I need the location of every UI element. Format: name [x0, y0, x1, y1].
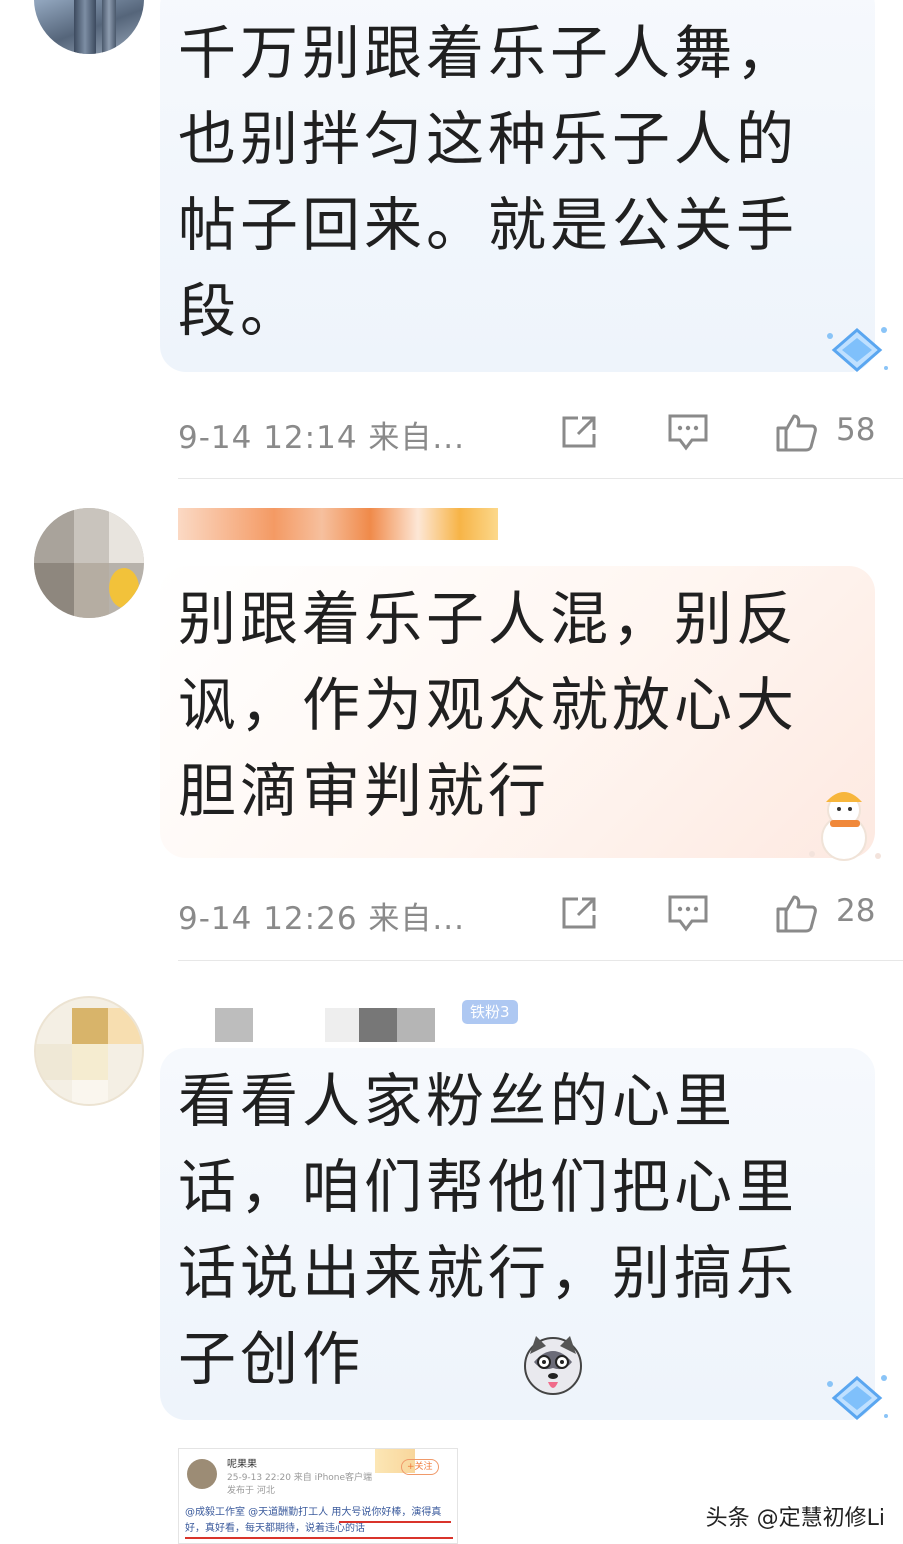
avatar-mosaic [72, 1080, 108, 1104]
share-icon[interactable] [558, 893, 602, 933]
avatar-mosaic [108, 1008, 142, 1044]
comment-meta: 9-14 12:14 来自... 58 [178, 412, 878, 456]
comment-icon[interactable] [666, 412, 710, 452]
fan-badge: 铁粉3 [462, 1000, 518, 1024]
avatar[interactable] [34, 508, 144, 618]
username-mosaic [325, 1008, 359, 1042]
diamond-decoration-icon [827, 327, 888, 372]
username-mosaic [359, 1008, 397, 1042]
divider [178, 478, 903, 479]
avatar[interactable] [34, 996, 144, 1106]
comment-icon[interactable] [666, 893, 710, 933]
username-mosaic [178, 508, 498, 540]
avatar-mosaic [34, 563, 74, 618]
avatar-mosaic [72, 1008, 108, 1044]
embedded-location: 发布于 河北 [227, 1486, 275, 1496]
comment-time: 9-14 12:14 来自... [178, 420, 465, 456]
like-icon[interactable] [774, 412, 818, 452]
avatar-image [74, 0, 96, 54]
divider [178, 960, 903, 961]
avatar-mosaic [34, 508, 74, 563]
embedded-post-screenshot: 呢果果 25-9-13 22:20 来自 iPhone客户端 发布于 河北 +关… [178, 1448, 458, 1544]
embedded-date: 25-9-13 22:20 来自 iPhone客户端 [227, 1473, 373, 1483]
watermark: 头条 @定慧初修Li [705, 1506, 885, 1531]
avatar-mosaic [36, 1044, 72, 1080]
like-icon[interactable] [774, 893, 818, 933]
avatar-image-detail [102, 0, 116, 54]
username-mosaic [215, 1008, 253, 1042]
diamond-decoration-icon [827, 1375, 888, 1420]
avatar-mosaic [74, 508, 109, 563]
embedded-username: 呢果果 [227, 1459, 257, 1470]
comment-meta: 9-14 12:26 来自... 28 [178, 893, 878, 937]
avatar-mosaic [109, 568, 139, 608]
avatar-mosaic [109, 508, 144, 563]
comment-text: 千万别跟着乐子人舞，也别拌匀这种乐子人的帖子回来。就是公关手段。 [178, 19, 799, 345]
share-icon[interactable] [558, 412, 602, 452]
comment-text: 别跟着乐子人混，别反讽，作为观众就放心大胆滴审判就行 [178, 585, 799, 825]
username-mosaic [397, 1008, 435, 1042]
avatar-mosaic [74, 563, 109, 618]
avatar-mosaic [72, 1044, 108, 1080]
comment-time: 9-14 12:26 来自... [178, 901, 465, 937]
husky-emoji-icon [524, 1336, 582, 1395]
comment-text: 看看人家粉丝的心里话，咱们帮他们把心里话说出来就行，别搞乐子创作 [178, 1067, 799, 1393]
red-underline [185, 1537, 453, 1539]
avatar [187, 1459, 217, 1489]
follow-button: +关注 [401, 1459, 439, 1475]
like-count: 58 [836, 412, 876, 448]
like-count: 28 [836, 893, 876, 929]
red-underline [339, 1521, 451, 1523]
avatar[interactable] [34, 0, 144, 54]
